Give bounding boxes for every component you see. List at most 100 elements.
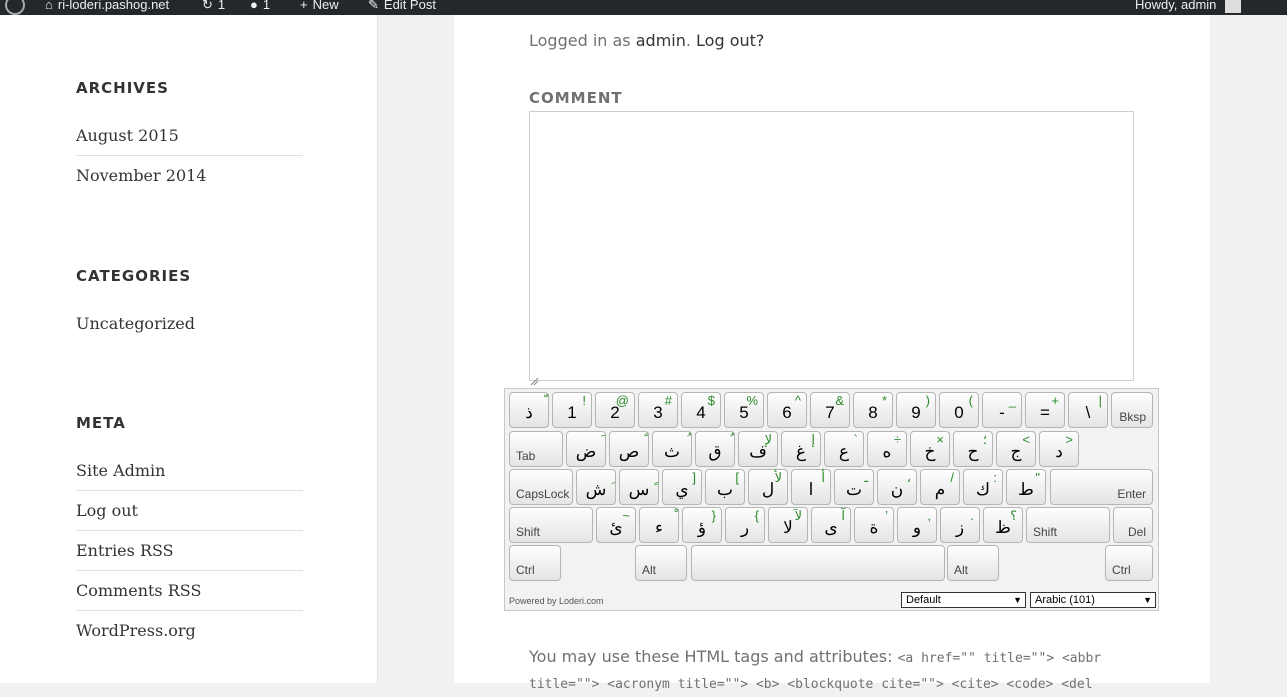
language-select[interactable]: Arabic (101) ▼ bbox=[1030, 592, 1156, 608]
archive-link[interactable]: August 2015 bbox=[76, 116, 303, 156]
key-character[interactable]: ل لأ bbox=[748, 469, 788, 505]
key-character[interactable]: 9) bbox=[896, 392, 936, 428]
category-link[interactable]: Uncategorized bbox=[76, 304, 303, 344]
key-character[interactable]: 3 # bbox=[638, 392, 678, 428]
home-icon: ⌂ bbox=[45, 0, 53, 12]
key-character[interactable]: د > bbox=[1039, 431, 1079, 467]
key-character[interactable]: 6 ^ bbox=[767, 392, 807, 428]
pencil-icon: ✎ bbox=[368, 0, 379, 12]
key-character[interactable]: ءْ bbox=[639, 507, 679, 543]
key-character[interactable]: ك: bbox=[963, 469, 1003, 505]
key-character[interactable]: ن ، bbox=[877, 469, 917, 505]
key-character[interactable]: ة’ bbox=[854, 507, 894, 543]
key-character[interactable]: صً bbox=[609, 431, 649, 467]
key-character[interactable]: = + bbox=[1025, 392, 1065, 428]
key-tab[interactable]: Tab bbox=[509, 431, 563, 467]
meta-link-log-out[interactable]: Log out bbox=[76, 491, 303, 531]
key-character[interactable]: ثُ bbox=[652, 431, 692, 467]
key-alt[interactable]: Alt bbox=[947, 545, 999, 581]
key-shift[interactable]: Shift bbox=[1026, 507, 1110, 543]
key-character[interactable]: و, bbox=[897, 507, 937, 543]
key-shift-char: # bbox=[664, 393, 672, 408]
key-character[interactable]: ع ` bbox=[824, 431, 864, 467]
key-shift-char: % bbox=[746, 393, 758, 408]
powered-by-link[interactable]: Powered by Loderi.com bbox=[509, 596, 604, 606]
key-space[interactable] bbox=[691, 545, 945, 581]
key-character[interactable]: اأ bbox=[791, 469, 831, 505]
key-character[interactable]: تـ bbox=[834, 469, 874, 505]
key-character[interactable]: ئ ~ bbox=[596, 507, 636, 543]
key-del[interactable]: Del bbox=[1113, 507, 1153, 543]
archive-link[interactable]: November 2014 bbox=[76, 156, 303, 196]
key-character[interactable]: 5% bbox=[724, 392, 764, 428]
key-character[interactable]: ج < bbox=[996, 431, 1036, 467]
comments-link[interactable]: ● 1 bbox=[250, 0, 270, 15]
updates-link[interactable]: ↻ 1 bbox=[202, 0, 225, 15]
key-character[interactable]: ف لإ bbox=[738, 431, 778, 467]
key-character[interactable]: سٍ bbox=[619, 469, 659, 505]
key-character[interactable]: ظ ؟ bbox=[983, 507, 1023, 543]
key-shift-char: } bbox=[711, 508, 716, 523]
account-menu[interactable]: Howdy, admin bbox=[1135, 0, 1242, 15]
key-character[interactable]: ضَ bbox=[566, 431, 606, 467]
key-label: Alt bbox=[642, 563, 657, 577]
key-character[interactable]: \ | bbox=[1068, 392, 1108, 428]
key-shift-char: > bbox=[1065, 432, 1073, 447]
key-bksp[interactable]: Bksp bbox=[1111, 392, 1153, 428]
key-character[interactable]: شِ bbox=[576, 469, 616, 505]
key-character[interactable]: غإ bbox=[781, 431, 821, 467]
key-shift-char: & bbox=[835, 393, 844, 408]
user-link[interactable]: admin bbox=[636, 31, 686, 50]
key-character[interactable]: 0( bbox=[939, 392, 979, 428]
key-shift-char: لآ bbox=[794, 508, 802, 523]
key-shift-char: { bbox=[754, 508, 759, 523]
meta-link-wordpress-org[interactable]: WordPress.org bbox=[76, 611, 303, 651]
key-character[interactable]: 4 $ bbox=[681, 392, 721, 428]
key-ctrl[interactable]: Ctrl bbox=[509, 545, 561, 581]
key-shift-char: + bbox=[1051, 393, 1059, 408]
key-capslock[interactable]: CapsLock bbox=[509, 469, 573, 505]
key-character[interactable]: ي] bbox=[662, 469, 702, 505]
key-character[interactable]: ز. bbox=[940, 507, 980, 543]
key-main-char: ث bbox=[663, 442, 680, 461]
key-shift-char: ؛ bbox=[982, 432, 987, 447]
key-character[interactable]: ه ÷ bbox=[867, 431, 907, 467]
key-character[interactable]: خ × bbox=[910, 431, 950, 467]
key-main-char: ء bbox=[655, 518, 663, 537]
key-character[interactable]: ب[ bbox=[705, 469, 745, 505]
key-character[interactable]: ىآ bbox=[811, 507, 851, 543]
layout-select[interactable]: Default ▼ bbox=[901, 592, 1026, 608]
logout-link[interactable]: Log out? bbox=[696, 31, 764, 50]
key-enter[interactable]: Enter bbox=[1050, 469, 1153, 505]
key-shift-char: ’ bbox=[885, 508, 888, 523]
virtual-keyboard: ذّ1!2@3#4$5%6^7&8*9)0(-_=+\| Bksp Tab ضَصً… bbox=[504, 388, 1159, 611]
meta-link-entries-rss[interactable]: Entries RSS bbox=[76, 531, 303, 571]
key-label: Shift bbox=[1033, 525, 1058, 539]
key-character[interactable]: 8 * bbox=[853, 392, 893, 428]
key-character[interactable]: لا لآ bbox=[768, 507, 808, 543]
key-character[interactable]: ذّ bbox=[509, 392, 549, 428]
edit-post-link[interactable]: ✎ Edit Post bbox=[368, 0, 436, 15]
key-shift-char: | bbox=[1098, 393, 1102, 408]
wordpress-logo-icon[interactable] bbox=[5, 0, 25, 15]
new-content-link[interactable]: + New bbox=[300, 0, 339, 15]
key-ctrl[interactable]: Ctrl bbox=[1105, 545, 1153, 581]
key-character[interactable]: ر{ bbox=[725, 507, 765, 543]
key-character[interactable]: قٌ bbox=[695, 431, 735, 467]
key-shift[interactable]: Shift bbox=[509, 507, 593, 543]
key-character[interactable]: ؤ} bbox=[682, 507, 722, 543]
key-character[interactable]: - _ bbox=[982, 392, 1022, 428]
key-character[interactable]: 1! bbox=[552, 392, 592, 428]
meta-link-site-admin[interactable]: Site Admin bbox=[76, 451, 303, 491]
key-character[interactable]: م / bbox=[920, 469, 960, 505]
comment-textarea[interactable] bbox=[529, 111, 1134, 381]
key-character[interactable]: ط " bbox=[1006, 469, 1046, 505]
meta-link-comments-rss[interactable]: Comments RSS bbox=[76, 571, 303, 611]
key-label: Tab bbox=[516, 449, 536, 463]
key-character[interactable]: 7 & bbox=[810, 392, 850, 428]
key-alt[interactable]: Alt bbox=[635, 545, 687, 581]
site-name-link[interactable]: ⌂ ri-loderi.pashog.net bbox=[45, 0, 169, 15]
key-character[interactable]: 2 @ bbox=[595, 392, 635, 428]
key-shift-char: < bbox=[1022, 432, 1030, 447]
key-character[interactable]: ح ؛ bbox=[953, 431, 993, 467]
